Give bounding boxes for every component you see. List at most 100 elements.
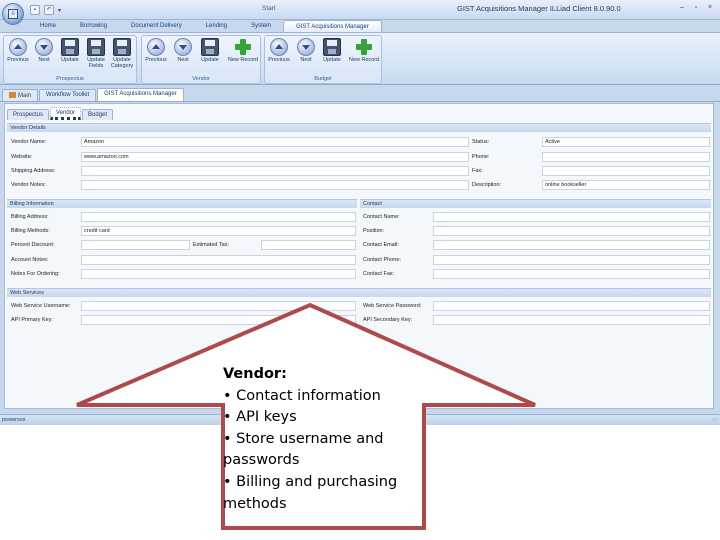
prospectus-update-fields-button[interactable]: Update Fields [83, 38, 109, 69]
document-tab-strip: Main Workflow Toolkit GIST Acquisitions … [0, 88, 720, 102]
billing-methods-input[interactable]: credit card [81, 226, 356, 236]
save-icon [113, 38, 131, 56]
contact-fax-input[interactable] [433, 269, 710, 279]
billing-address-input[interactable] [81, 212, 356, 222]
web-service-password-input[interactable] [433, 301, 710, 311]
shipping-address-input[interactable] [81, 166, 469, 176]
estimated-tax-input[interactable] [261, 240, 356, 250]
notes-for-ordering-label: Notes For Ordering: [11, 271, 60, 277]
status-input[interactable]: Active [542, 137, 710, 147]
button-label: Next [177, 57, 189, 63]
vendor-update-button[interactable]: Update [197, 38, 223, 63]
quick-undo-icon[interactable]: ↶ [44, 5, 54, 15]
percent-discount-input[interactable] [81, 240, 190, 250]
notes-for-ordering-input[interactable] [81, 269, 356, 279]
web-service-password-label: Web Service Password: [363, 303, 422, 309]
prospectus-update-category-button[interactable]: Update Category [109, 38, 135, 69]
vendor-notes-input[interactable] [81, 180, 469, 190]
vendor-new-record-button[interactable]: New Record [227, 38, 259, 63]
arrow-up-icon [9, 38, 27, 56]
form-tab-strip: Prospectus Vendor Budget [7, 106, 114, 120]
arrow-down-icon [174, 38, 192, 56]
document-title: Start [262, 5, 276, 12]
quick-access-dropdown-icon[interactable]: ▾ [58, 7, 61, 14]
description-input[interactable]: online bookseller [542, 180, 710, 190]
tab-system[interactable]: System [239, 20, 283, 32]
application-window: ▪ ↶ ▾ Start GIST Acquisitions Manager IL… [0, 0, 720, 425]
button-label: Update [323, 57, 341, 63]
tab-borrowing[interactable]: Borrowing [68, 20, 119, 32]
contact-phone-input[interactable] [433, 255, 710, 265]
arrow-up-icon [270, 38, 288, 56]
tab-vendor[interactable]: Vendor [50, 107, 82, 120]
contact-email-input[interactable] [433, 240, 710, 250]
tab-prospectus[interactable]: Prospectus [7, 109, 50, 120]
vendor-next-button[interactable]: Next [170, 38, 196, 63]
vendor-previous-button[interactable]: Previous [143, 38, 169, 63]
vendor-name-input[interactable]: Amazon [81, 137, 469, 147]
vendor-form-panel: Prospectus Vendor Budget Vendor Details … [4, 103, 714, 409]
tab-document-delivery[interactable]: Document Delivery [119, 20, 194, 32]
doc-tab-main[interactable]: Main [2, 89, 39, 101]
minimize-button[interactable]: – [676, 3, 688, 13]
ribbon-group-prospectus: Previous Next Update Update Fields Updat… [3, 35, 137, 84]
doc-tab-workflow-toolkit[interactable]: Workflow Toolkit [39, 89, 97, 101]
contact-phone-label: Contact Phone: [363, 257, 401, 263]
contact-name-input[interactable] [433, 212, 710, 222]
budget-update-button[interactable]: Update [319, 38, 345, 63]
percent-discount-label: Percent Discount: [11, 242, 55, 248]
web-service-username-label: Web Service Username: [11, 303, 71, 309]
status-bar: powersox :::: [0, 414, 720, 425]
home-icon [9, 92, 16, 98]
tab-budget[interactable]: Budget [82, 109, 114, 120]
shipping-address-label: Shipping Address: [11, 168, 56, 174]
button-label: Update [201, 57, 219, 63]
prospectus-next-button[interactable]: Next [31, 38, 57, 63]
save-icon [87, 38, 105, 56]
vendor-name-label: Vendor Name: [11, 139, 47, 145]
estimated-tax-label: Estimated Tax: [193, 242, 229, 248]
account-notes-input[interactable] [81, 255, 356, 265]
prospectus-previous-button[interactable]: Previous [5, 38, 31, 63]
doc-tab-gist-acquisitions-manager[interactable]: GIST Acquisitions Manager [97, 88, 184, 101]
vendor-notes-label: Vendor Notes: [11, 182, 46, 188]
save-icon [61, 38, 79, 56]
tab-gist-acquisitions-manager[interactable]: GIST Acquisitions Manager [283, 20, 382, 32]
website-input[interactable]: www.amazon.com [81, 152, 469, 162]
api-primary-key-input[interactable] [81, 315, 356, 325]
billing-methods-label: Billing Methods: [11, 228, 50, 234]
plus-icon [355, 38, 373, 56]
doc-tab-label: Main [18, 93, 32, 99]
website-label: Website: [11, 154, 33, 160]
arrow-down-icon [35, 38, 53, 56]
web-service-username-input[interactable] [81, 301, 356, 311]
quick-save-icon[interactable]: ▪ [30, 5, 40, 15]
budget-new-record-button[interactable]: New Record [348, 38, 380, 63]
tab-lending[interactable]: Lending [194, 20, 239, 32]
phone-input[interactable] [542, 152, 710, 162]
phone-label: Phone: [472, 154, 490, 160]
close-button[interactable]: × [704, 3, 716, 13]
billing-information-header: Billing Information [7, 199, 357, 208]
prospectus-update-button[interactable]: Update [57, 38, 83, 63]
position-input[interactable] [433, 226, 710, 236]
budget-previous-button[interactable]: Previous [266, 38, 292, 63]
window-controls: – ▫ × [676, 3, 716, 13]
button-label: Update [61, 57, 79, 63]
fax-input[interactable] [542, 166, 710, 176]
quick-access-toolbar: ▪ ↶ ▾ [30, 4, 61, 16]
status-text: powersox [2, 417, 26, 423]
restore-button[interactable]: ▫ [690, 3, 702, 13]
tab-home[interactable]: Home [28, 20, 68, 32]
arrow-down-icon [297, 38, 315, 56]
resize-grip-icon[interactable]: :::: [712, 417, 718, 423]
account-notes-label: Account Notes: [11, 257, 49, 263]
arrow-up-icon [147, 38, 165, 56]
button-label: Next [38, 57, 50, 63]
contact-header: Contact [360, 199, 711, 208]
app-orb-icon[interactable]: ≡ [2, 3, 24, 25]
save-icon [323, 38, 341, 56]
api-secondary-key-input[interactable] [433, 315, 710, 325]
budget-next-button[interactable]: Next [293, 38, 319, 63]
ribbon-group-vendor: Previous Next Update New Record Vendor [141, 35, 261, 84]
